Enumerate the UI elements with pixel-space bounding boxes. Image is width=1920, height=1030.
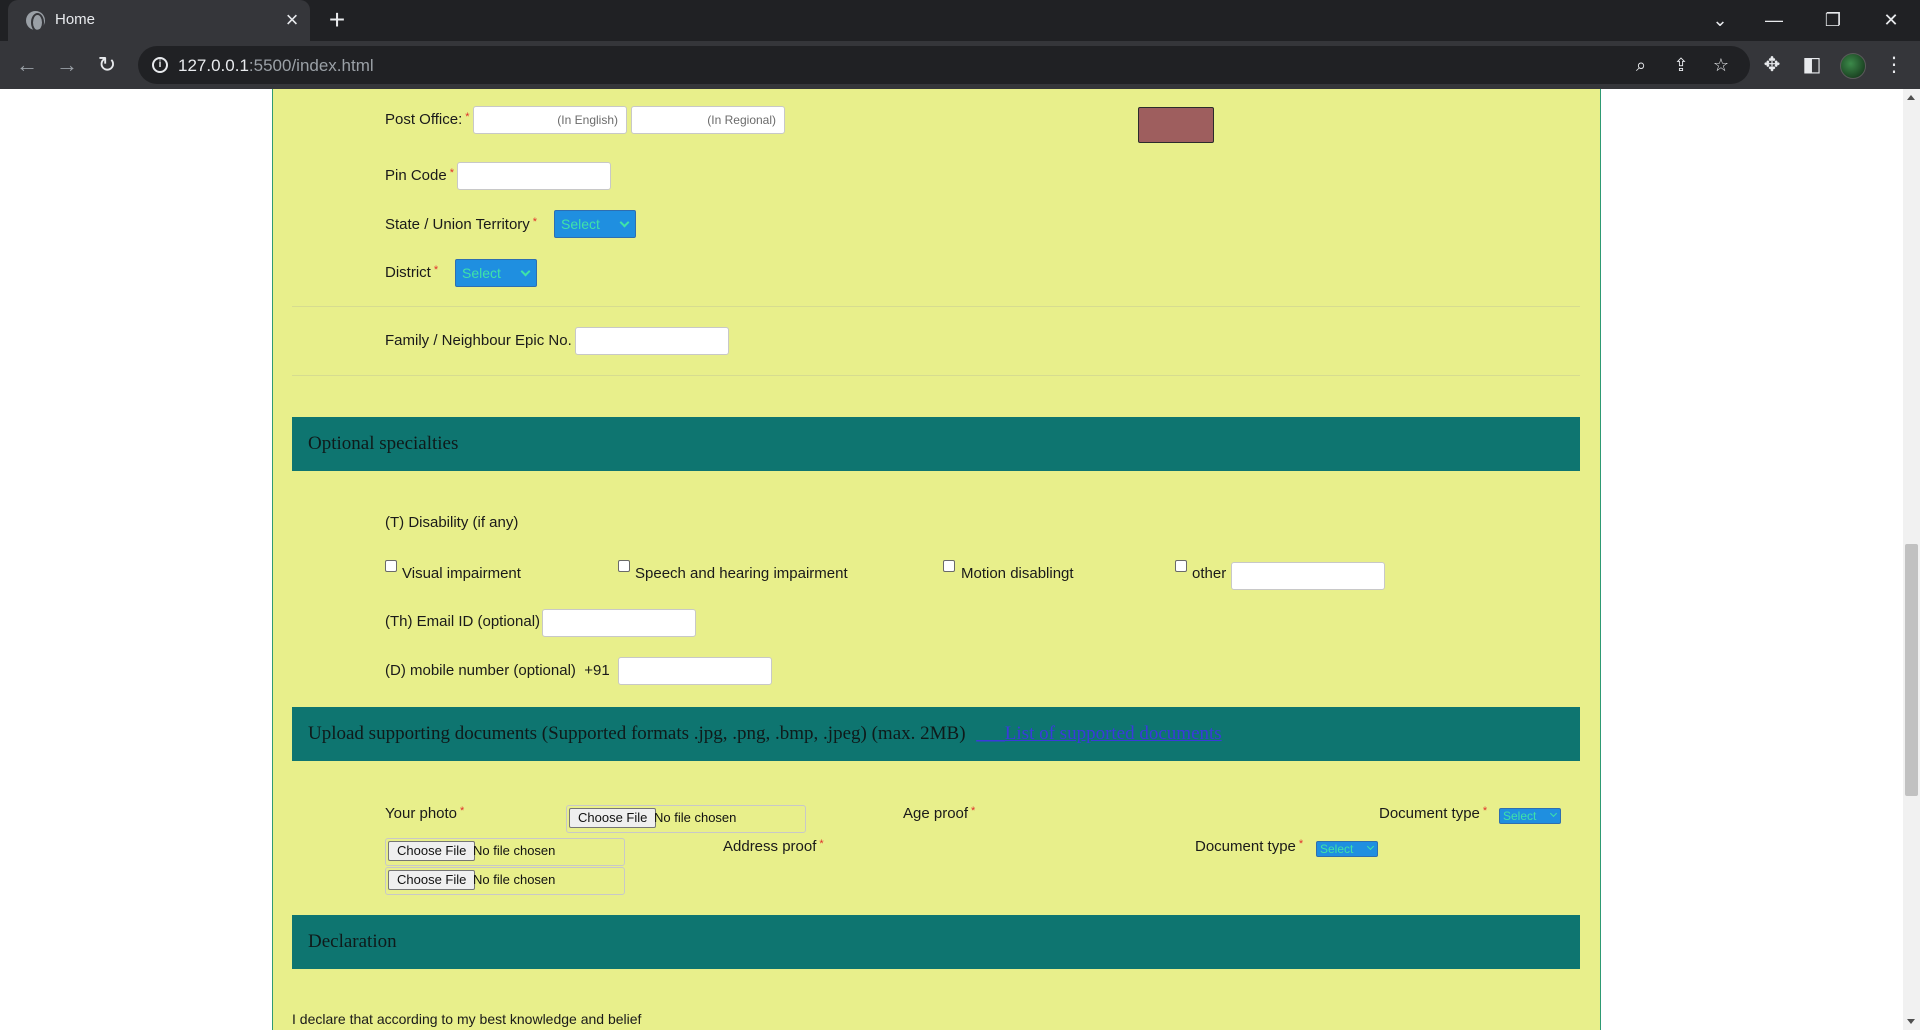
url-text: 127.0.0.1:5500/index.html xyxy=(178,56,374,75)
scrollbar[interactable] xyxy=(1903,89,1920,1030)
choose-file-button[interactable]: Choose File xyxy=(569,808,657,828)
age-document-type-label: Document type * xyxy=(1379,805,1488,822)
address-bar[interactable]: i 127.0.0.1:5500/index.html ⌕ ⇪ ☆ xyxy=(138,46,1750,84)
email-label: (Th) Email ID (optional) xyxy=(385,613,541,630)
family-epic-input[interactable] xyxy=(575,327,729,355)
forward-icon[interactable]: → xyxy=(51,49,83,81)
email-input[interactable] xyxy=(542,609,696,637)
motion-disability-checkbox[interactable] xyxy=(943,560,955,572)
zoom-icon[interactable]: ⌕ xyxy=(1628,52,1654,78)
scroll-thumb[interactable] xyxy=(1905,544,1918,796)
file-status: No file chosen xyxy=(473,843,556,858)
tab-title: Home xyxy=(55,11,96,28)
motion-disability-label: Motion disablingt xyxy=(961,565,1074,582)
address-proof-file-input[interactable]: Choose File No file chosen xyxy=(385,867,625,895)
chevron-down-icon xyxy=(1366,842,1375,851)
form-panel: Post Office: * (In English) (In Regional)… xyxy=(272,89,1601,1030)
globe-icon xyxy=(26,11,45,32)
menu-icon[interactable]: ⋮ xyxy=(1880,51,1908,79)
extensions-icon[interactable]: ✥ xyxy=(1758,51,1786,79)
scroll-up-icon[interactable] xyxy=(1907,95,1915,100)
tab-bar: Home × + ⌄ — ❐ ✕ xyxy=(0,0,1920,41)
choose-file-button[interactable]: Choose File xyxy=(388,841,476,861)
address-document-type-select[interactable]: Select xyxy=(1316,841,1378,857)
family-epic-label: Family / Neighbour Epic No. xyxy=(385,332,572,349)
file-status: No file chosen xyxy=(473,872,556,887)
state-select[interactable]: Select xyxy=(554,210,636,238)
side-panel-icon[interactable]: ◧ xyxy=(1798,51,1826,79)
browser-tab[interactable]: Home × xyxy=(8,0,310,41)
age-proof-file-input[interactable]: Choose File No file chosen xyxy=(385,838,625,866)
other-label: other xyxy=(1192,565,1227,582)
photo-file-input[interactable]: Choose File No file chosen xyxy=(566,805,806,833)
declaration-header: Declaration xyxy=(292,915,1580,969)
mobile-input[interactable] xyxy=(618,657,772,685)
upload-documents-header: Upload supporting documents (Supported f… xyxy=(292,707,1580,761)
age-document-type-select[interactable]: Select xyxy=(1499,808,1561,824)
minimize-icon[interactable]: — xyxy=(1754,4,1794,36)
age-proof-label: Age proof * xyxy=(903,805,976,822)
visual-impairment-label: Visual impairment xyxy=(402,565,521,582)
address-proof-label: Address proof * xyxy=(723,838,824,855)
share-icon[interactable]: ⇪ xyxy=(1668,52,1694,78)
speech-hearing-label: Speech and hearing impairment xyxy=(635,565,848,582)
reload-icon[interactable]: ↻ xyxy=(91,49,123,81)
chevron-down-icon xyxy=(520,266,531,277)
declaration-text: I declare that according to my best know… xyxy=(292,1011,642,1027)
info-icon[interactable]: i xyxy=(152,57,168,73)
star-icon[interactable]: ☆ xyxy=(1708,52,1734,78)
post-office-regional-input[interactable]: (In Regional) xyxy=(631,106,785,134)
post-office-label: Post Office: * xyxy=(385,111,470,128)
disability-label: (T) Disability (if any) xyxy=(385,514,519,531)
supported-documents-link[interactable]: ___List of supported documents xyxy=(976,723,1221,744)
state-label: State / Union Territory * xyxy=(385,216,538,233)
speech-hearing-checkbox[interactable] xyxy=(618,560,630,572)
visual-impairment-checkbox[interactable] xyxy=(385,560,397,572)
other-disability-input[interactable] xyxy=(1231,562,1385,590)
restore-icon[interactable]: ❐ xyxy=(1813,4,1853,36)
chevron-down-icon[interactable]: ⌄ xyxy=(1700,4,1740,36)
divider xyxy=(292,375,1580,376)
file-status: No file chosen xyxy=(654,810,737,825)
pin-code-input[interactable] xyxy=(457,162,611,190)
page-viewport: Post Office: * (In English) (In Regional)… xyxy=(0,89,1920,1030)
your-photo-label: Your photo * xyxy=(385,805,465,822)
close-icon[interactable]: × xyxy=(280,8,304,32)
district-label: District * xyxy=(385,264,439,281)
district-select[interactable]: Select xyxy=(455,259,537,287)
back-icon[interactable]: ← xyxy=(11,49,43,81)
post-office-english-input[interactable]: (In English) xyxy=(473,106,627,134)
new-tab-icon[interactable]: + xyxy=(323,6,351,34)
avatar[interactable] xyxy=(1840,53,1866,79)
other-checkbox[interactable] xyxy=(1175,560,1187,572)
close-window-icon[interactable]: ✕ xyxy=(1871,4,1911,36)
mobile-label: (D) mobile number (optional) +91 xyxy=(385,662,610,679)
optional-specialties-header: Optional specialties xyxy=(292,417,1580,471)
address-document-type-label: Document type * xyxy=(1195,838,1304,855)
divider xyxy=(292,306,1580,307)
color-swatch[interactable] xyxy=(1138,107,1214,143)
scroll-down-icon[interactable] xyxy=(1907,1019,1915,1024)
chevron-down-icon xyxy=(619,217,630,228)
browser-toolbar: ← → ↻ i 127.0.0.1:5500/index.html ⌕ ⇪ ☆ … xyxy=(0,41,1920,89)
pin-code-label: Pin Code * xyxy=(385,167,454,184)
choose-file-button[interactable]: Choose File xyxy=(388,870,476,890)
chevron-down-icon xyxy=(1549,809,1558,818)
